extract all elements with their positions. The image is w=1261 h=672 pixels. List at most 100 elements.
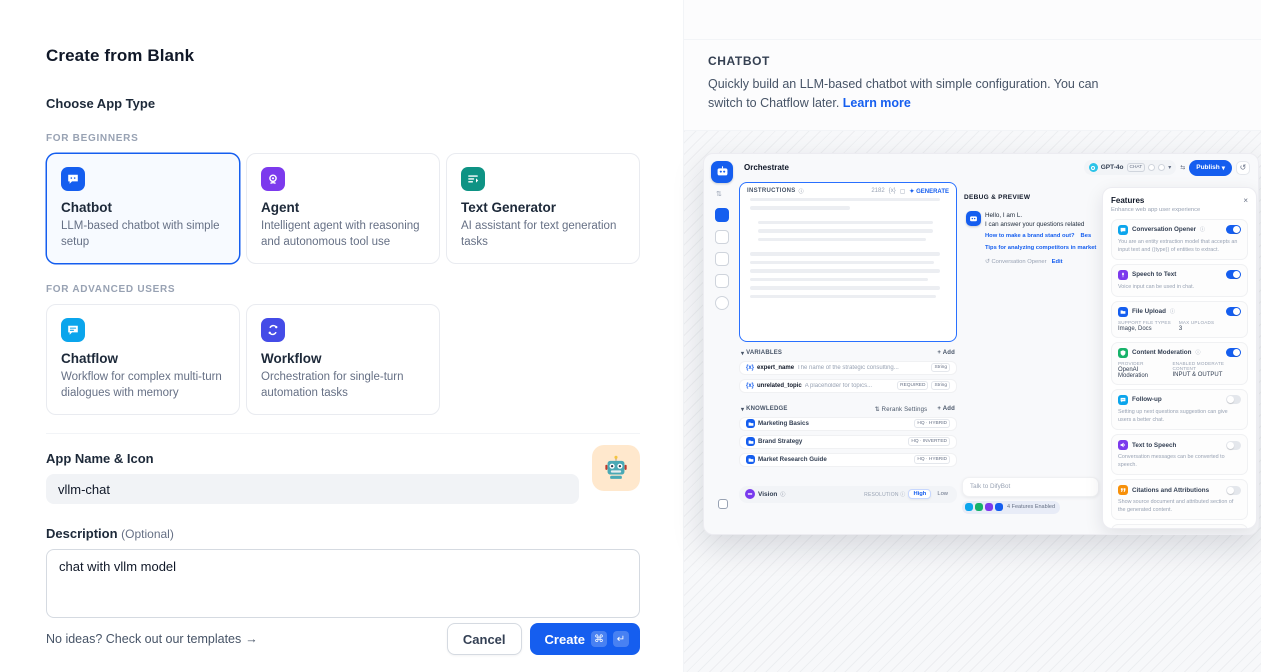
page-title: Create from Blank — [46, 46, 640, 66]
dataset-name: Brand Strategy — [758, 438, 905, 445]
features-enabled-text: 4 Features Enabled — [1007, 504, 1055, 510]
feature-toggle — [1226, 441, 1241, 450]
app-name-section: App Name & Icon — [46, 451, 640, 504]
agent-icon — [261, 167, 285, 191]
app-type-desc: Orchestration for single-turn automation… — [261, 370, 425, 401]
greeting-line: Hello, I am L. — [985, 211, 1096, 220]
info-icon: ⓘ — [799, 188, 804, 195]
variable-desc: A placeholder for topics... — [805, 383, 894, 389]
upload-mini-icon — [995, 503, 1003, 511]
feature-title: Conversation Opener — [1132, 226, 1196, 233]
logs-nav-icon — [715, 252, 729, 266]
preview-heading: CHATBOT — [708, 54, 1237, 68]
feature-col-label: MAX UPLOADS — [1179, 320, 1214, 325]
description-label: Description (Optional) — [46, 526, 640, 541]
dataset-badge: HQ · HYBRID — [914, 419, 950, 429]
app-name-label: App Name & Icon — [46, 451, 640, 466]
feature-toggle — [1226, 270, 1241, 279]
close-icon: × — [1243, 196, 1248, 205]
variable-icon: {x} — [746, 383, 754, 389]
knowledge-row: Market Research Guide HQ · HYBRID — [739, 453, 957, 467]
suggested-question-text: Tips for analyzing competitors in market — [985, 244, 1096, 253]
templates-link-text: No ideas? Check out our templates — [46, 632, 241, 646]
text-generator-icon — [461, 167, 485, 191]
copy-icon: ▢ — [900, 188, 906, 195]
orchestrate-title: Orchestrate — [744, 163, 789, 172]
robot-emoji-icon — [603, 455, 629, 481]
debug-preview-label: DEBUG & PREVIEW — [964, 194, 1030, 201]
app-type-title: Workflow — [261, 351, 425, 366]
features-title: Features — [1111, 196, 1144, 205]
add-knowledge-button: + Add — [937, 406, 955, 412]
info-icon: ⓘ — [780, 491, 785, 498]
opener-message: Hello, I am L. I can answer your questio… — [966, 211, 1116, 267]
app-type-card-workflow[interactable]: Workflow Orchestration for single-turn a… — [246, 304, 440, 415]
citations-icon — [1118, 485, 1128, 495]
create-app-screen: Create from Blank Choose App Type FOR BE… — [0, 0, 1261, 672]
knowledge-label: KNOWLEDGE — [746, 406, 787, 412]
model-extra-icon — [1158, 164, 1165, 171]
switch-app-icon: ⇅ — [716, 190, 722, 198]
feature-title: Text to Speech — [1132, 442, 1176, 449]
divider — [46, 433, 640, 434]
feature-card-conversation-opener: Conversation Opener ⓘ You are an entity … — [1111, 219, 1248, 260]
preview-app-icon — [711, 161, 733, 183]
bot-avatar — [966, 211, 981, 226]
generate-button: ✦ GENERATE — [909, 188, 949, 195]
resolution-label-text: RESOLUTION — [864, 492, 899, 498]
model-params-icon: ⇆ — [1180, 164, 1185, 171]
info-icon: ⓘ — [1170, 308, 1175, 315]
image-nav-icon — [715, 230, 729, 244]
app-icon-picker[interactable] — [592, 445, 640, 491]
app-type-title: Agent — [261, 200, 425, 215]
chatbot-icon — [61, 167, 85, 191]
description-label-text: Description — [46, 526, 118, 541]
generate-label: GENERATE — [916, 189, 949, 195]
opener-meta: ↺ Conversation Opener — [985, 258, 1047, 267]
variable-type-badge: String — [931, 363, 950, 373]
app-type-card-agent[interactable]: Agent Intelligent agent with reasoning a… — [246, 153, 440, 264]
description-textarea[interactable]: chat with vllm model — [46, 549, 640, 618]
speech-to-text-icon — [1118, 270, 1128, 280]
knowledge-row: Marketing Basics HQ · HYBRID — [739, 417, 957, 431]
description-optional-text: (Optional) — [121, 527, 174, 541]
create-button-label: Create — [545, 632, 585, 647]
greeting-line: I can answer your questions related — [985, 220, 1096, 229]
feature-title: Follow-up — [1132, 396, 1162, 403]
cancel-button[interactable]: Cancel — [447, 623, 522, 655]
workflow-icon — [261, 318, 285, 342]
templates-link[interactable]: No ideas? Check out our templates → — [46, 632, 258, 646]
dataset-badge: HQ · HYBRID — [914, 455, 950, 465]
learn-more-link[interactable]: Learn more — [843, 96, 911, 110]
feature-card-annotation-reply: Annotation Reply — [1111, 524, 1248, 528]
speech-mini-icon — [985, 503, 993, 511]
enter-key-icon: ↵ — [613, 631, 629, 647]
feature-card-content-moderation: Content Moderation ⓘ PROVIDEROpenAI Mode… — [1111, 342, 1248, 385]
app-type-title: Chatbot — [61, 200, 225, 215]
knowledge-section: ▾ KNOWLEDGE ⇅ Rerank Settings + Add Mark… — [739, 406, 957, 467]
orchestrate-nav-icon — [715, 208, 729, 222]
create-button[interactable]: Create ⌘ ↵ — [530, 623, 640, 655]
feature-title: Content Moderation — [1132, 349, 1191, 356]
app-name-input[interactable] — [46, 474, 579, 504]
features-enabled-pill: 4 Features Enabled — [962, 501, 1060, 514]
variable-name: expert_name — [757, 365, 794, 371]
arrow-right-icon: → — [245, 632, 258, 646]
feature-title: Citations and Attributions — [1132, 487, 1209, 494]
feature-card-follow-up: Follow-up Setting up next questions sugg… — [1111, 389, 1248, 430]
chevron-down-icon: ▾ — [1168, 164, 1171, 171]
feature-col-value: INPUT & OUTPUT — [1172, 372, 1241, 378]
variable-row: {x} expert_name The name of the strategi… — [739, 361, 957, 375]
rerank-settings-button: ⇅ Rerank Settings — [875, 406, 928, 413]
app-type-card-chatflow[interactable]: Chatflow Workflow for complex multi-turn… — [46, 304, 240, 415]
preview-top-strip — [684, 0, 1261, 40]
app-type-card-chatbot[interactable]: Chatbot LLM-based chatbot with simple se… — [46, 153, 240, 264]
preview-heading-block: CHATBOT Quickly build an LLM-based chatb… — [684, 40, 1261, 130]
dataset-icon — [746, 455, 755, 464]
variable-icon: {x} — [746, 365, 754, 371]
model-selector-chip: GPT-4o CHAT ▾ — [1084, 160, 1176, 175]
preview-header-controls: GPT-4o CHAT ▾ ⇆ Publish ▾ ↺ — [1084, 160, 1250, 176]
feature-desc: You are an entity extraction model that … — [1118, 238, 1241, 254]
app-type-card-text-generator[interactable]: Text Generator AI assistant for text gen… — [446, 153, 640, 264]
feature-desc: Voice input can be used in chat. — [1118, 283, 1241, 291]
